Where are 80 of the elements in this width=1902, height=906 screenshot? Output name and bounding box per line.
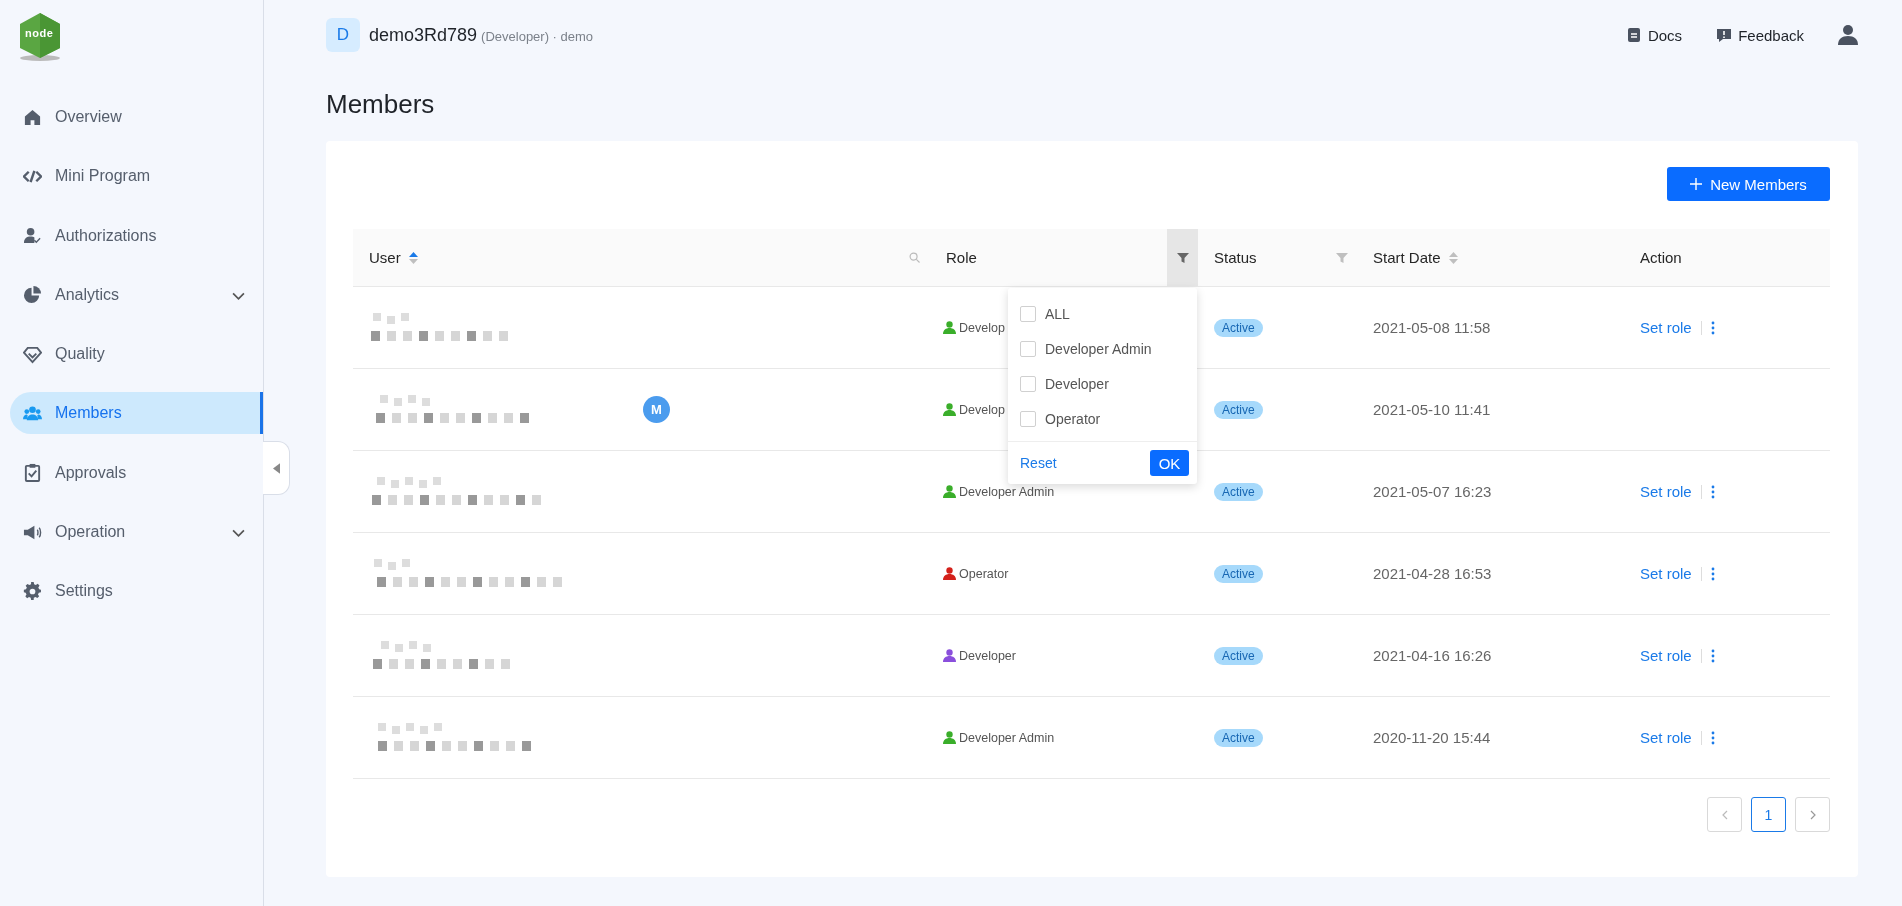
set-role-link[interactable]: Set role — [1640, 483, 1692, 500]
gear-icon — [23, 581, 42, 601]
table-cell: 2021-04-16 16:26 — [1373, 647, 1492, 664]
option-label: Developer Admin — [1045, 340, 1152, 357]
option-label: Developer — [1045, 375, 1109, 392]
people-icon — [23, 404, 42, 423]
role-label: Develop — [943, 402, 1005, 417]
header-link[interactable]: Docs — [1625, 26, 1683, 44]
user-avatar: M — [643, 396, 670, 423]
diamond-icon — [23, 344, 42, 364]
status-badge: Active — [1214, 318, 1263, 337]
set-role-link[interactable]: Set role — [1640, 729, 1692, 746]
more-icon[interactable] — [1710, 484, 1715, 499]
sidebar-item[interactable]: Analytics — [10, 273, 263, 316]
more-icon[interactable] — [1710, 566, 1715, 581]
user-check-icon — [23, 226, 42, 246]
feedback-icon — [1716, 27, 1733, 43]
role-label: Developer Admin — [943, 484, 1055, 499]
checkbox[interactable] — [1020, 375, 1036, 392]
status-badge: Active — [1214, 646, 1263, 665]
checkbox[interactable] — [1020, 305, 1036, 322]
new-members-button[interactable]: New Members — [1667, 167, 1830, 201]
filter-icon[interactable] — [1176, 251, 1189, 264]
column-header[interactable]: Role — [946, 249, 977, 266]
sort-icon[interactable] — [1448, 251, 1458, 264]
reset-link[interactable]: Reset — [1020, 455, 1057, 471]
role-label: Operator — [943, 566, 1009, 581]
set-role-link[interactable]: Set role — [1640, 647, 1692, 664]
checkbox[interactable] — [1020, 340, 1036, 357]
set-role-link[interactable]: Set role — [1640, 319, 1692, 336]
sidebar-item[interactable]: Members — [10, 392, 263, 435]
table-cell: 2021-05-07 16:23 — [1373, 483, 1492, 500]
filter-button[interactable] — [1167, 229, 1198, 286]
plus-icon — [1690, 178, 1703, 190]
column-header[interactable]: Action — [1640, 249, 1682, 266]
page-title: Members — [326, 89, 436, 121]
column-header[interactable]: Status — [1214, 249, 1257, 266]
home-icon — [23, 107, 42, 127]
search-icon[interactable] — [909, 252, 920, 263]
sidebar-item[interactable]: Approvals — [10, 451, 263, 494]
status-badge: Active — [1214, 482, 1263, 501]
sidebar-item[interactable]: Operation — [10, 511, 263, 554]
table-cell: 2021-04-28 16:53 — [1373, 565, 1492, 582]
checkbox[interactable] — [1020, 410, 1036, 427]
logo: node — [18, 12, 62, 62]
caret-left-icon — [272, 462, 280, 474]
option-label: Operator — [1045, 410, 1101, 427]
more-icon[interactable] — [1710, 648, 1715, 663]
header-link[interactable]: Feedback — [1716, 26, 1804, 44]
ok-button[interactable]: OK — [1150, 450, 1189, 476]
page-button[interactable]: 1 — [1751, 797, 1786, 832]
app-name: demo3Rd789 — [369, 24, 478, 46]
column-header[interactable]: Start Date — [1373, 249, 1441, 266]
document-icon — [1625, 27, 1642, 43]
role-label: Developer Admin — [943, 730, 1055, 745]
sidebar-item[interactable]: Overview — [10, 96, 263, 138]
status-badge: Active — [1214, 564, 1263, 583]
role-label: Developer — [943, 648, 1016, 663]
sidebar-item[interactable]: Authorizations — [10, 214, 263, 257]
clipboard-icon — [23, 463, 42, 483]
table-cell: 2020-11-20 15:44 — [1373, 729, 1491, 746]
sidebar-item[interactable]: Settings — [10, 570, 263, 613]
column-header[interactable]: User — [369, 249, 401, 266]
more-icon[interactable] — [1710, 730, 1715, 745]
table-cell: 2021-05-08 11:58 — [1373, 319, 1491, 336]
collapse-button[interactable] — [263, 441, 290, 495]
user-icon[interactable] — [1838, 24, 1858, 46]
sidebar-item[interactable]: Quality — [10, 333, 263, 376]
option-label: ALL — [1045, 305, 1070, 322]
sidebar-item[interactable]: Mini Program — [10, 155, 263, 198]
status-badge: Active — [1214, 728, 1263, 747]
table-cell: 2021-05-10 11:41 — [1373, 401, 1491, 418]
sort-icon[interactable] — [408, 251, 418, 264]
role-label: Develop — [943, 320, 1005, 335]
set-role-link[interactable]: Set role — [1640, 565, 1692, 582]
pie-chart-icon — [23, 285, 42, 305]
app-role: (Developer) · demo — [481, 29, 594, 44]
more-icon[interactable] — [1710, 320, 1715, 335]
app-avatar: D — [326, 18, 360, 52]
status-badge: Active — [1214, 400, 1263, 419]
